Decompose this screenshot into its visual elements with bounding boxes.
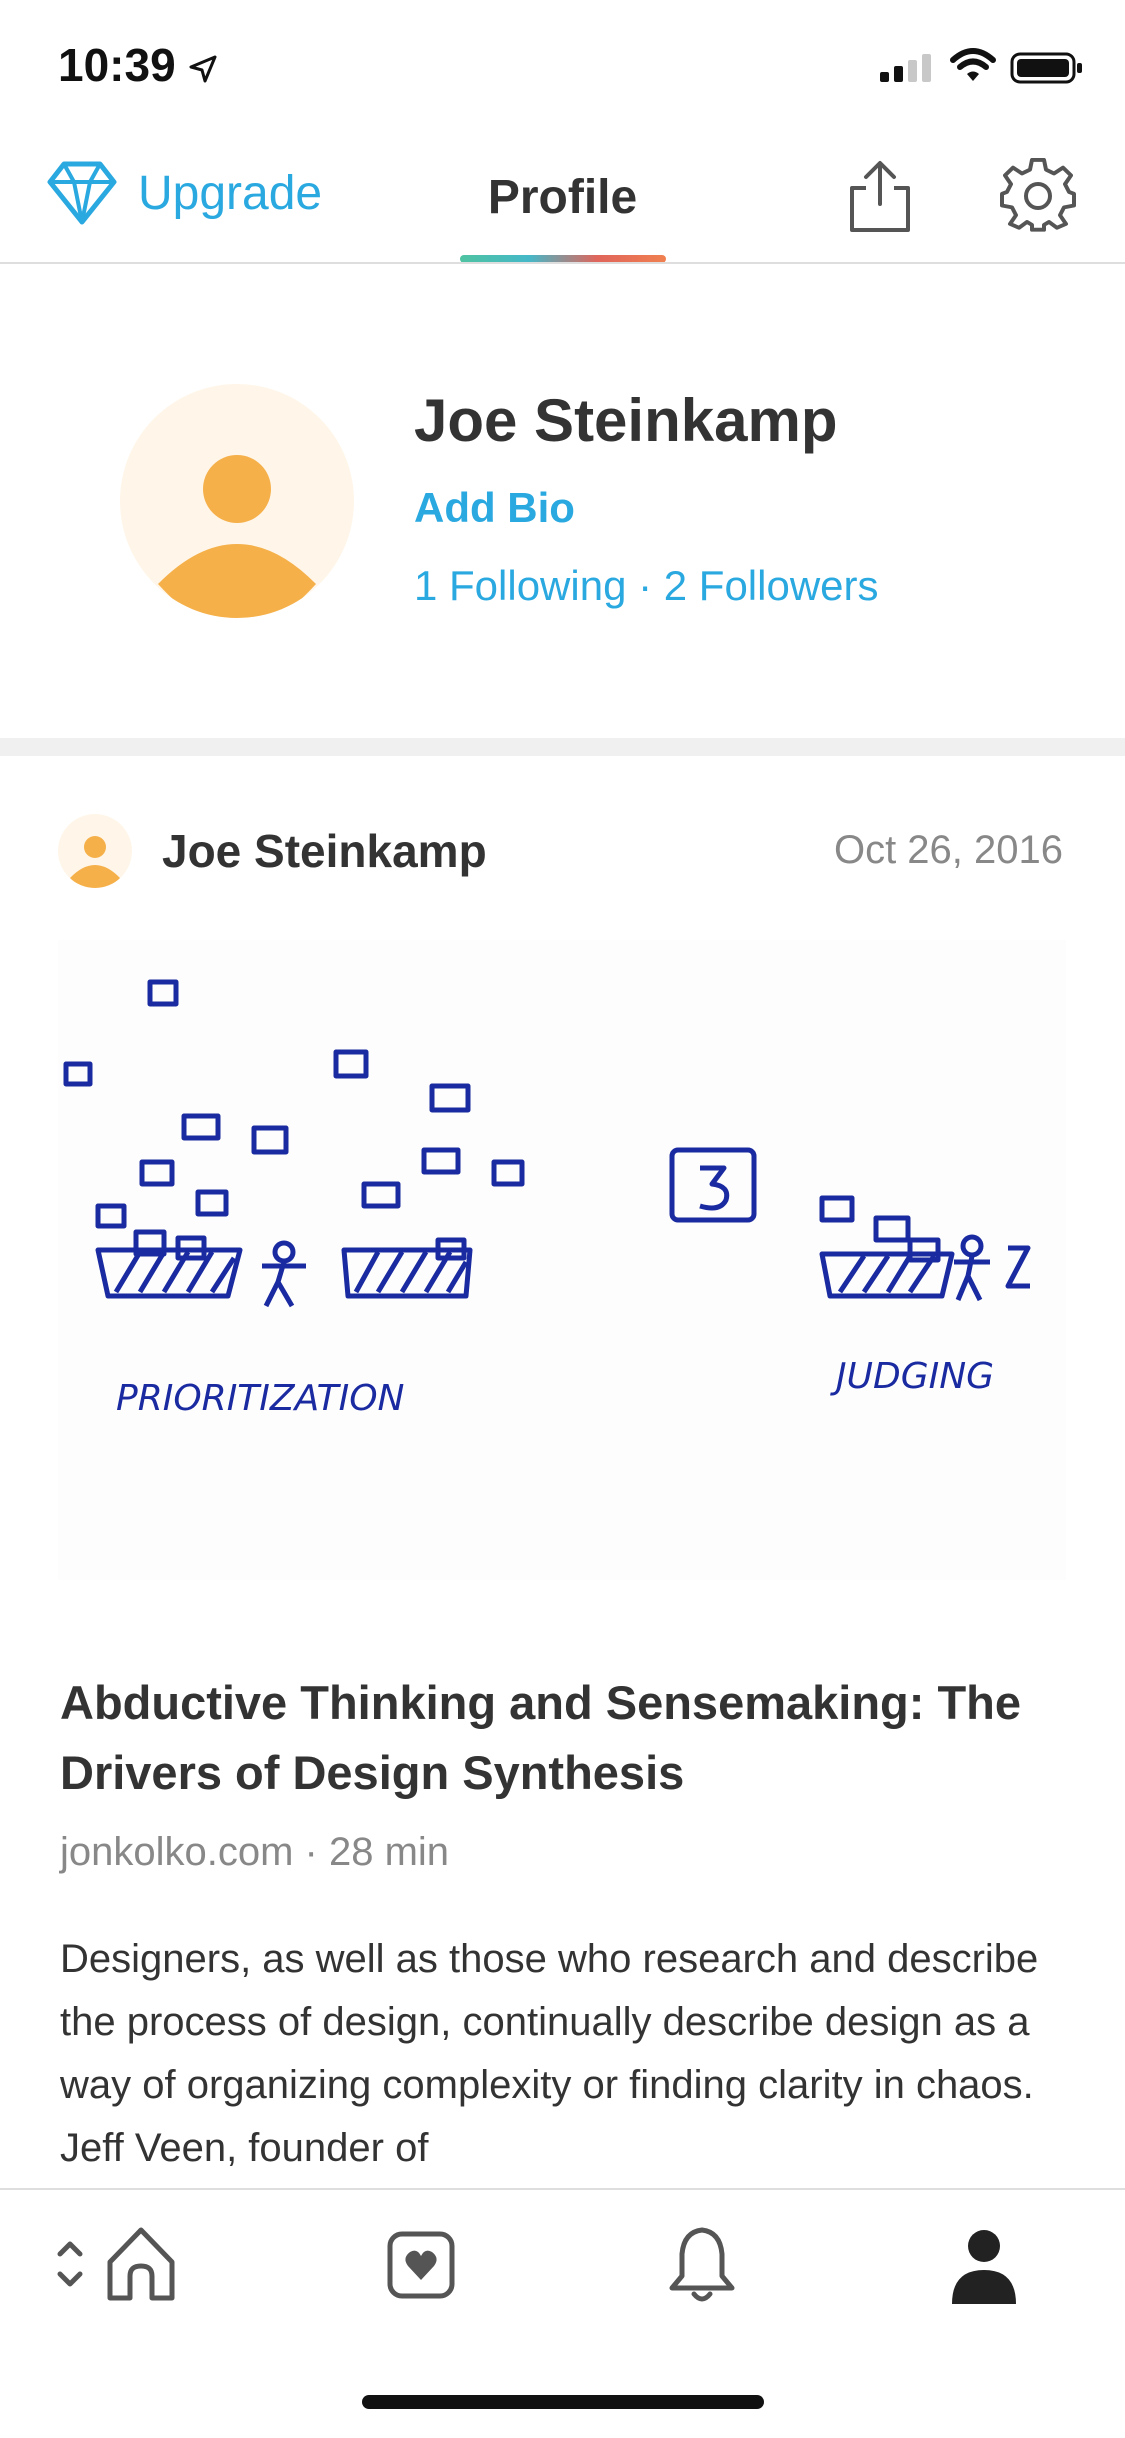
home-icon[interactable]: [104, 2224, 178, 2304]
add-bio-link[interactable]: Add Bio: [414, 484, 575, 532]
home-indicator[interactable]: [362, 2395, 764, 2409]
post-author-avatar[interactable]: [58, 814, 132, 888]
post-meta: jonkolko.com · 28 min: [60, 1830, 450, 1874]
post-sketch-image[interactable]: PRIORITIZATION JUDGING: [58, 940, 1066, 1580]
cellular-signal-icon: [880, 54, 931, 82]
battery-icon: [1010, 52, 1082, 84]
person-icon[interactable]: [948, 2226, 1020, 2306]
person-avatar-icon: [158, 455, 316, 618]
post-excerpt[interactable]: Designers, as well as those who research…: [60, 1928, 1070, 2180]
status-time: 10:39: [58, 39, 176, 91]
nav-divider: [0, 262, 1125, 264]
share-icon[interactable]: [842, 158, 918, 234]
profile-avatar[interactable]: [120, 384, 354, 618]
gear-icon[interactable]: [1000, 158, 1076, 234]
wifi-icon: [950, 48, 996, 81]
post-date: Oct 26, 2016: [833, 828, 1063, 872]
bookmark-heart-icon[interactable]: [386, 2230, 456, 2300]
section-divider: [0, 738, 1125, 756]
post-author-name[interactable]: Joe Steinkamp: [162, 824, 487, 878]
location-arrow-icon: [189, 55, 217, 83]
bell-icon[interactable]: [666, 2224, 738, 2308]
sketch-label-judging: JUDGING: [830, 1356, 994, 1397]
post-title[interactable]: Abductive Thinking and Sensemaking: The …: [60, 1668, 1060, 1808]
profile-name: Joe Steinkamp: [414, 387, 838, 454]
chevron-up-down-icon[interactable]: [56, 2234, 84, 2294]
follow-stats-link[interactable]: 1 Following · 2 Followers: [414, 562, 879, 610]
sketch-label-prioritization: PRIORITIZATION: [116, 1378, 404, 1419]
page-title[interactable]: Profile: [0, 170, 1125, 225]
person-avatar-icon: [70, 836, 120, 888]
